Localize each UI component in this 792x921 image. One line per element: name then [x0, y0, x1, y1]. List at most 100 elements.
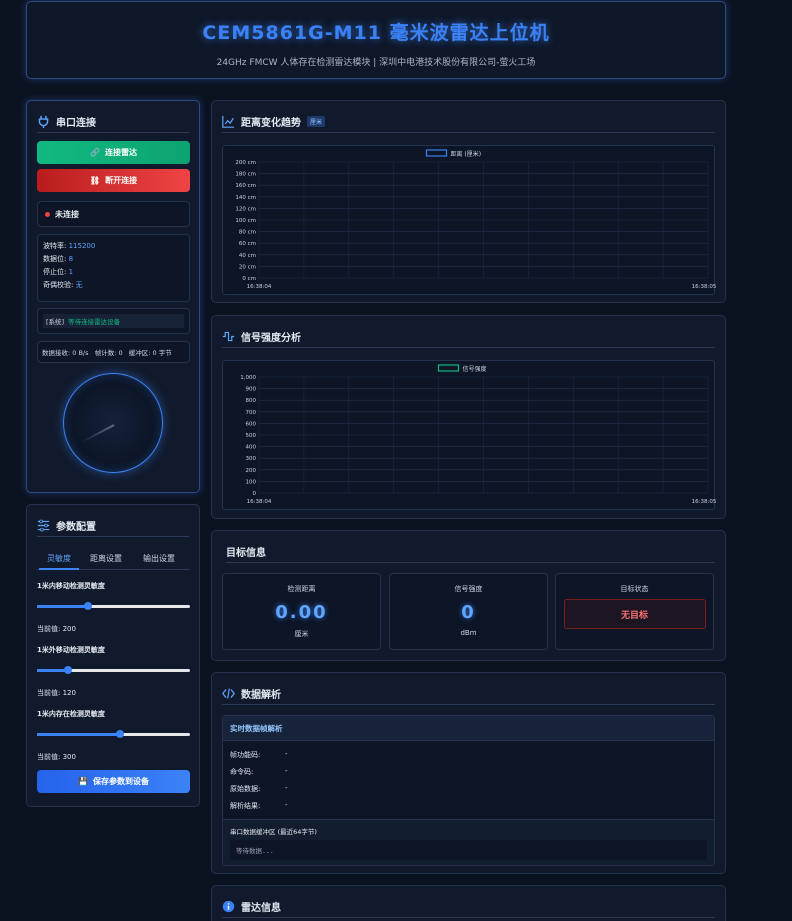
distance-panel-title: 距离变化趋势 厘米: [222, 111, 715, 133]
disconnect-button[interactable]: ⛓ 断开连接: [37, 169, 190, 192]
signal-chart-y-tick: 800: [246, 398, 257, 404]
app-title: CEM5861G-M11 毫米波雷达上位机: [202, 22, 550, 44]
parse-label-result: 解析结果:: [230, 802, 261, 810]
signal-chart-y-tick: 900: [246, 387, 257, 393]
slider-track-3[interactable]: [37, 730, 190, 738]
current-value-2: 120: [62, 689, 76, 697]
signal-chart-y-tick: 700: [246, 410, 257, 416]
distance-chart-x-tick: 16:38:04: [247, 284, 272, 290]
slider-thumb-1[interactable]: [84, 602, 92, 610]
distance-chart-y-tick: 20 cm: [239, 264, 256, 270]
distance-chart-y-tick: 80 cm: [239, 230, 256, 236]
parity-value: 无: [75, 281, 83, 289]
slider-current-3: 当前值: 300: [37, 752, 76, 762]
parse-value-result: -: [285, 801, 288, 809]
signal-title-text: 信号强度分析: [241, 333, 301, 344]
slider-fill-1: [37, 605, 88, 608]
signal-card: 信号强度 0 dBm: [389, 573, 548, 650]
signal-chart-y-tick: 600: [246, 421, 257, 427]
distance-chart-y-tick: 100 cm: [235, 218, 256, 224]
sliders-icon: [37, 519, 50, 532]
slider-fill-3: [37, 733, 121, 736]
distance-chart-panel: 距离变化趋势 厘米 距离 (厘米) 200 cm 180 cm 160 cm 140 c…: [211, 100, 726, 303]
radar-info-title-text: 雷达信息: [241, 903, 281, 914]
signal-chart-y-tick: 100: [246, 479, 257, 485]
signal-chart-y-tick: 500: [246, 433, 257, 439]
distance-chart-y-tick: 0 cm: [242, 276, 256, 282]
distance-chart-y-tick: 120 cm: [235, 206, 256, 212]
slider-label-3: 1米内存在检测灵敏度: [37, 710, 105, 718]
serial-params: 波特率: 115200 数据位: 8 停止位: 1 奇偶校验: 无: [37, 234, 190, 302]
signal-chart-panel: 信号强度分析 信号强度 1,000 900 800 700 600 500 400 300 200…: [211, 315, 726, 519]
parse-row-raw: 原始数据: -: [230, 784, 288, 794]
parse-value-func: -: [285, 750, 288, 758]
signal-card-label: 信号强度: [454, 585, 483, 593]
signal-chart-legend-swatch[interactable]: [437, 364, 460, 372]
signal-chart: 信号强度 1,000 900 800 700 600 500 400 300 200 100 0 16:…: [222, 360, 717, 510]
parse-row-result: 解析结果: -: [230, 801, 288, 811]
tab-active-indicator: [39, 568, 79, 570]
slider-current-2: 当前值: 120: [37, 688, 76, 698]
signal-unit: dBm: [460, 629, 477, 637]
parse-value-raw: -: [285, 784, 288, 792]
distance-value: 0.00: [275, 602, 328, 623]
frame-parse-title: 实时数据帧解析: [230, 723, 283, 733]
signal-chart-y-tick: 1,000: [240, 375, 256, 381]
system-log: [系统] 等待连接雷达设备: [37, 308, 190, 334]
signal-chart-legend-label: 信号强度: [463, 365, 487, 373]
signal-chart-y-tick: 300: [246, 456, 257, 462]
distance-unit: 厘米: [294, 630, 309, 638]
code-icon: [222, 688, 235, 699]
distance-chart-y-tick: 200 cm: [235, 160, 256, 166]
app-subtitle: 24GHz FMCW 人体存在检测雷达模块 | 深圳中电港技术股份有限公司-萤火…: [216, 58, 536, 68]
slider-thumb-3[interactable]: [116, 730, 125, 738]
parse-row-func: 帧功能码: -: [230, 750, 288, 760]
distance-chart-legend-label: 距离 (厘米): [451, 150, 482, 158]
stats-text: 数据接收: 0 B/s 帧计数: 0 缓冲区: 0 字节: [42, 349, 172, 357]
signal-value: 0: [461, 602, 476, 623]
tab-distance[interactable]: 距离设置: [90, 553, 122, 564]
target-panel: 目标信息 检测距离 0.00 厘米 信号强度 0 dBm 目标状态 无目标: [211, 530, 726, 661]
distance-chart-legend-swatch[interactable]: [425, 149, 448, 157]
slider-label-1: 1米内移动检测灵敏度: [37, 582, 105, 590]
buffer-text: 等待数据...: [236, 847, 274, 855]
parse-panel-title: 数据解析: [222, 683, 715, 705]
state-card-label: 目标状态: [620, 585, 649, 593]
parse-value-cmd: -: [285, 767, 288, 775]
signal-chart-x-tick: 16:38:04: [247, 499, 272, 505]
wave-icon: [222, 331, 235, 342]
slider-track-1[interactable]: [37, 602, 190, 610]
slider-track-2[interactable]: [37, 666, 190, 674]
distance-chart-y-tick: 140 cm: [235, 195, 256, 201]
current-label-2: 当前值:: [37, 689, 61, 697]
connect-button[interactable]: 🔗 连接雷达: [37, 141, 190, 164]
slider-thumb-2[interactable]: [63, 666, 72, 674]
parse-row-cmd: 命令码: -: [230, 767, 288, 777]
current-label-3: 当前值:: [37, 753, 61, 761]
info-icon: [222, 900, 235, 913]
radar-info-title: 雷达信息: [222, 896, 715, 918]
slider-label-2: 1米外移动检测灵敏度: [37, 646, 105, 654]
frame-parse-box: 实时数据帧解析 帧功能码: - 命令码: - 原始数据: - 解析结果: - 串口数据缓…: [222, 715, 715, 866]
disconnect-label: 断开连接: [105, 176, 138, 185]
stopbits-label: 停止位:: [43, 268, 67, 276]
signal-chart-y-tick: 0: [253, 491, 257, 497]
parse-label-func: 帧功能码:: [230, 751, 261, 759]
log-tag: [系统]: [46, 318, 65, 326]
baud-label: 波特率:: [43, 242, 67, 250]
radar-info-panel: 雷达信息: [211, 885, 726, 921]
signal-panel-title: 信号强度分析: [222, 326, 715, 348]
databits-value: 8: [68, 255, 74, 263]
slider-current-1: 当前值: 200: [37, 624, 76, 634]
connection-status: 未连接: [37, 201, 190, 227]
tab-output[interactable]: 输出设置: [143, 553, 175, 564]
tab-sensitivity[interactable]: 灵敏度: [47, 553, 71, 564]
distance-title-text: 距离变化趋势: [241, 118, 301, 129]
save-icon: 💾: [78, 777, 88, 786]
save-params-button[interactable]: 💾 保存参数到设备: [37, 770, 190, 793]
data-stats: 数据接收: 0 B/s 帧计数: 0 缓冲区: 0 字节: [37, 341, 190, 363]
current-label-1: 当前值:: [37, 625, 61, 633]
log-message: 等待连接雷达设备: [68, 318, 121, 326]
stopbits-value: 1: [68, 268, 74, 276]
state-value: 无目标: [620, 610, 648, 621]
